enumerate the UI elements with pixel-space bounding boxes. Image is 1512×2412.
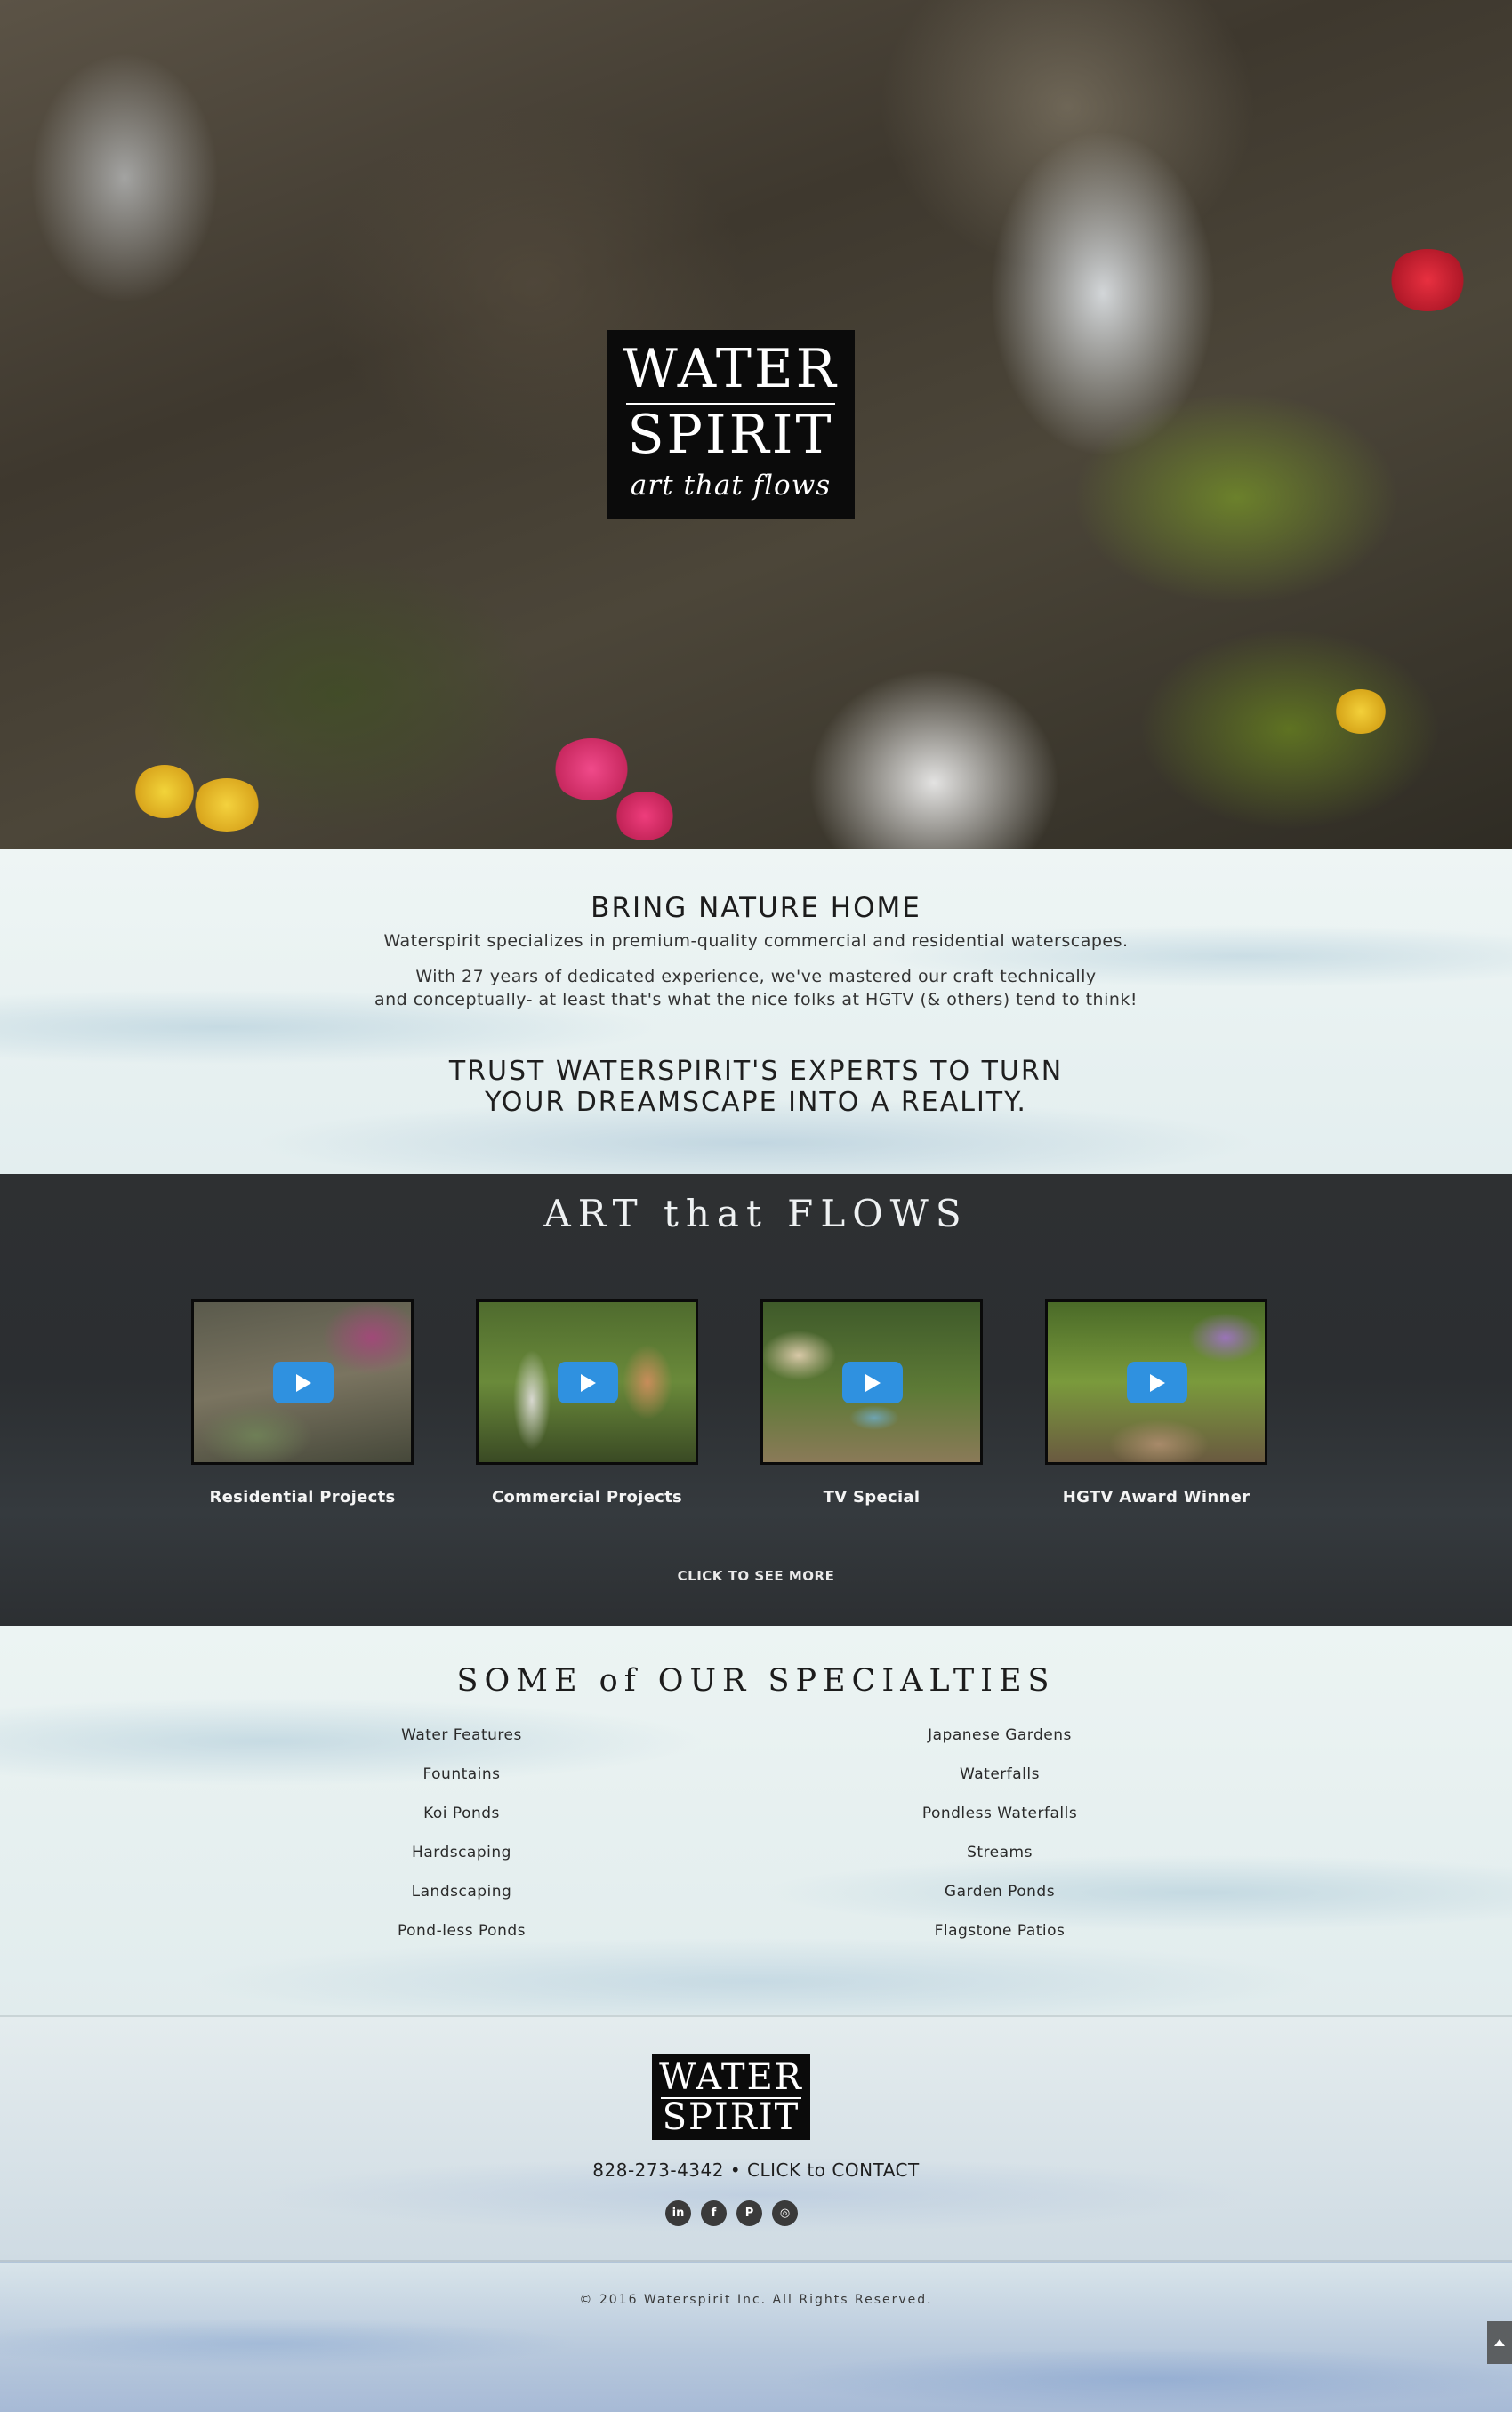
video-thumbnail[interactable] [1045,1299,1267,1465]
contact-line: 828-273-4342 • CLICK to CONTACT [0,2159,1512,2181]
list-item: Streams [967,1844,1033,1861]
video-thumbnail[interactable] [760,1299,983,1465]
instagram-icon[interactable]: ◎ [772,2200,798,2226]
play-button[interactable] [273,1362,334,1403]
specialties-heading: SOME of OUR SPECIALTIES [456,1663,1056,1699]
pinterest-icon[interactable]: P [736,2200,762,2226]
social-links: in f P ◎ [665,2200,799,2227]
pink-flower-image [614,792,676,840]
video-card-hgtv-award[interactable]: HGTV Award Winner [1045,1299,1267,1507]
intro-line-1: Waterspirit specializes in premium-quali… [383,931,1129,951]
list-item: Garden Ponds [944,1883,1056,1901]
video-thumbnail[interactable] [191,1299,414,1465]
copyright-text: © 2016 Waterspirit Inc. All Rights Reser… [579,2293,933,2307]
hero-logo: WATER SPIRIT art that flows [607,330,855,519]
pink-flower-image [551,738,631,800]
footer: WATER SPIRIT 828-273-4342 • CLICK to CON… [0,2017,1512,2262]
video-section-heading: ART that FLOWS [543,1192,969,1235]
list-item: Koi Ponds [423,1805,500,1822]
linkedin-icon[interactable]: in [665,2200,691,2226]
specialties-section: SOME of OUR SPECIALTIES Water Features F… [0,1626,1512,2017]
hero-banner: WATER SPIRIT art that flows [0,0,1512,849]
footer-logo-water: WATER [659,2057,803,2098]
video-card-commercial[interactable]: Commercial Projects [476,1299,698,1507]
video-caption[interactable]: Commercial Projects [476,1488,698,1507]
play-icon [865,1373,881,1392]
specialties-list-right: Japanese Gardens Waterfalls Pondless Wat… [822,1726,1178,1961]
list-item: Japanese Gardens [928,1726,1072,1744]
intro-heading: BRING NATURE HOME [591,892,921,924]
list-item: Pond-less Ponds [397,1922,526,1940]
separator: • [723,2159,747,2181]
intro-section: BRING NATURE HOME Waterspirit specialize… [0,849,1512,1174]
water-background [0,2263,1512,2412]
see-more-link[interactable]: CLICK TO SEE MORE [0,1568,1512,1584]
video-thumbnail[interactable] [476,1299,698,1465]
list-item: Hardscaping [412,1844,511,1861]
play-button[interactable] [558,1362,618,1403]
play-button[interactable] [842,1362,903,1403]
yellow-flower-image [133,765,196,818]
intro-line-2: With 27 years of dedicated experience, w… [415,967,1097,986]
play-icon [1150,1373,1165,1392]
facebook-icon[interactable]: f [701,2200,727,2226]
list-item: Pondless Waterfalls [921,1805,1078,1822]
yellow-flower-image [1334,689,1387,734]
logo-word-water: WATER [623,338,839,400]
list-item: Landscaping [411,1883,512,1901]
video-caption[interactable]: TV Special [760,1488,983,1507]
chevron-up-icon [1494,2339,1505,2346]
logo-tagline: art that flows [630,470,832,502]
contact-link[interactable]: CLICK to CONTACT [747,2159,920,2181]
footer-logo-spirit: SPIRIT [662,2097,800,2138]
yellow-flower-image [191,778,262,832]
list-item: Fountains [422,1765,501,1783]
video-caption[interactable]: HGTV Award Winner [1045,1488,1267,1507]
back-to-top-button[interactable] [1487,2321,1512,2364]
video-section: ART that FLOWS Residential Projects Comm… [0,1174,1512,1626]
list-item: Flagstone Patios [934,1922,1066,1940]
trust-line-2: YOUR DREAMSCAPE INTO A REALITY. [485,1087,1027,1118]
trust-line-1: TRUST WATERSPIRIT'S EXPERTS TO TURN [448,1056,1064,1087]
footer-logo[interactable]: WATER SPIRIT [652,2054,810,2140]
intro-line-3: and conceptually- at least that's what t… [374,990,1138,1009]
red-flower-image [1387,249,1468,311]
play-button[interactable] [1127,1362,1187,1403]
list-item: Waterfalls [960,1765,1040,1783]
play-icon [581,1373,596,1392]
logo-word-spirit: SPIRIT [627,404,834,466]
list-item: Water Features [401,1726,522,1744]
play-icon [296,1373,311,1392]
video-caption[interactable]: Residential Projects [191,1488,414,1507]
specialties-list-left: Water Features Fountains Koi Ponds Hards… [284,1726,639,1961]
phone-number[interactable]: 828-273-4342 [592,2159,724,2181]
video-card-tv-special[interactable]: TV Special [760,1299,983,1507]
video-card-residential[interactable]: Residential Projects [191,1299,414,1507]
